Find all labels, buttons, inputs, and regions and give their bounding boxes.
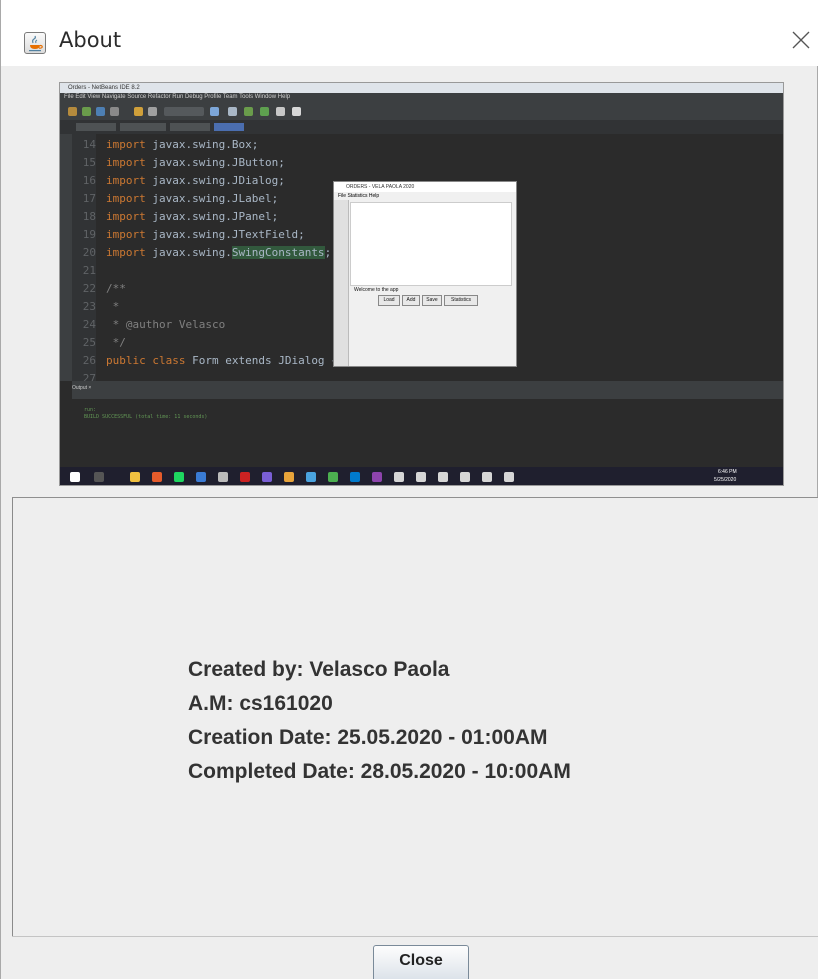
screenshot-editor-tabs [60, 120, 783, 134]
screenshot-ide-menu: File Edit View Navigate Source Refactor … [60, 93, 783, 102]
screenshot-taskbar: 6:46 PM 5/25/2020 [60, 467, 783, 485]
screenshot-ide-title: Orders - NetBeans IDE 8.2 [60, 83, 783, 93]
screenshot-orders-dialog: ORDERS - VELA PAOLA 2020 File Statistics… [333, 181, 517, 367]
created-by-label: Created by: Velasco Paola [188, 658, 450, 681]
close-icon[interactable] [789, 28, 813, 52]
completed-date-label: Completed Date: 28.05.2020 - 10:00AM [188, 760, 571, 783]
window-title: About [59, 28, 122, 52]
java-coffee-icon [24, 32, 46, 54]
about-dialog: About Orders - NetBeans IDE 8.2 File Edi… [0, 0, 818, 979]
am-label: A.M: cs161020 [188, 692, 333, 715]
title-bar[interactable]: About [1, 0, 818, 66]
info-panel [12, 498, 818, 936]
screenshot-side-panel [60, 134, 72, 381]
creation-date-label: Creation Date: 25.05.2020 - 01:00AM [188, 726, 548, 749]
screenshot-toolbar [60, 102, 783, 121]
app-screenshot-image: Orders - NetBeans IDE 8.2 File Edit View… [59, 82, 784, 486]
close-button[interactable]: Close [373, 945, 469, 979]
